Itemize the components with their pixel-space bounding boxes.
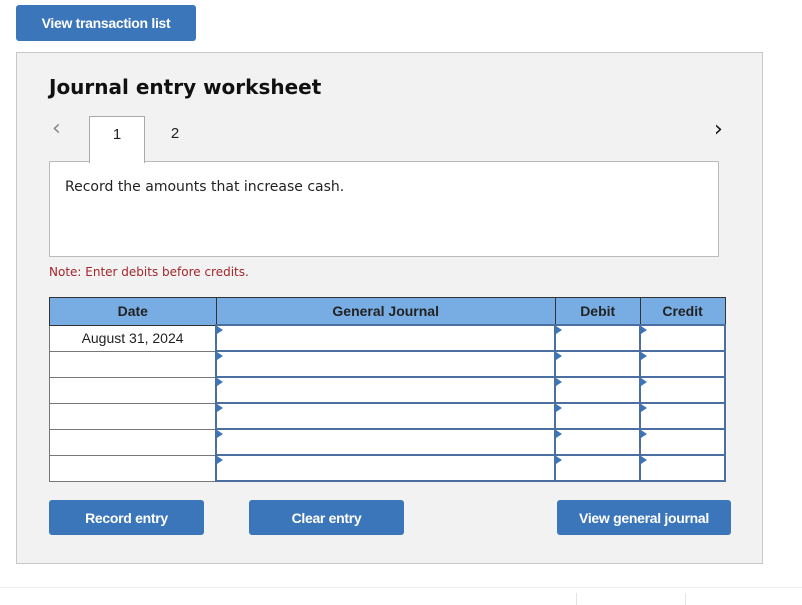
credit-input[interactable] bbox=[641, 457, 724, 479]
date-cell bbox=[49, 428, 217, 456]
header-debit: Debit bbox=[554, 297, 641, 326]
account-input[interactable] bbox=[217, 327, 555, 349]
tab-1[interactable]: 1 bbox=[89, 116, 145, 163]
journal-table: Date General Journal Debit Credit August… bbox=[49, 297, 726, 482]
header-date: Date bbox=[49, 297, 217, 326]
table-row: August 31, 2024 bbox=[49, 324, 726, 352]
page-title: Journal entry worksheet bbox=[49, 75, 322, 99]
credit-input[interactable] bbox=[641, 327, 724, 349]
footer-divider bbox=[0, 587, 802, 588]
note-text: Note: Enter debits before credits. bbox=[49, 265, 249, 279]
instruction-text: Record the amounts that increase cash. bbox=[65, 179, 345, 195]
credit-cell[interactable] bbox=[639, 454, 726, 482]
date-cell bbox=[49, 376, 217, 404]
account-input[interactable] bbox=[217, 457, 555, 479]
footer-separator bbox=[576, 593, 577, 605]
credit-cell[interactable] bbox=[639, 350, 726, 378]
date-cell bbox=[49, 350, 217, 378]
table-row bbox=[49, 428, 726, 456]
debit-input[interactable] bbox=[556, 379, 640, 401]
account-cell[interactable] bbox=[215, 454, 557, 482]
account-input[interactable] bbox=[217, 353, 555, 375]
date-cell bbox=[49, 454, 217, 482]
tab-2[interactable]: 2 bbox=[147, 116, 203, 162]
account-input[interactable] bbox=[217, 431, 555, 453]
journal-entry-worksheet-panel: Journal entry worksheet ‹ › 1 2 Record t… bbox=[16, 52, 763, 564]
chevron-right-icon[interactable]: › bbox=[714, 117, 723, 142]
debit-input[interactable] bbox=[556, 327, 640, 349]
table-row bbox=[49, 376, 726, 404]
debit-input[interactable] bbox=[556, 353, 640, 375]
account-input[interactable] bbox=[217, 379, 555, 401]
date-cell: August 31, 2024 bbox=[49, 324, 217, 352]
clear-entry-button[interactable]: Clear entry bbox=[249, 500, 404, 535]
table-row bbox=[49, 402, 726, 430]
view-general-journal-button[interactable]: View general journal bbox=[557, 500, 731, 535]
table-header-row: Date General Journal Debit Credit bbox=[49, 297, 726, 326]
debit-cell[interactable] bbox=[554, 454, 642, 482]
debit-cell[interactable] bbox=[554, 428, 642, 456]
credit-cell[interactable] bbox=[639, 376, 726, 404]
chevron-left-icon[interactable]: ‹ bbox=[52, 116, 61, 141]
debit-cell[interactable] bbox=[554, 376, 642, 404]
debit-cell[interactable] bbox=[554, 324, 642, 352]
debit-cell[interactable] bbox=[554, 402, 642, 430]
debit-input[interactable] bbox=[556, 457, 640, 479]
account-cell[interactable] bbox=[215, 376, 557, 404]
credit-cell[interactable] bbox=[639, 402, 726, 430]
table-row bbox=[49, 454, 726, 482]
record-entry-button[interactable]: Record entry bbox=[49, 500, 204, 535]
account-input[interactable] bbox=[217, 405, 555, 427]
account-cell[interactable] bbox=[215, 324, 557, 352]
header-credit: Credit bbox=[639, 297, 726, 326]
date-cell bbox=[49, 402, 217, 430]
view-transaction-list-button[interactable]: View transaction list bbox=[16, 5, 196, 41]
credit-input[interactable] bbox=[641, 379, 724, 401]
debit-cell[interactable] bbox=[554, 350, 642, 378]
credit-input[interactable] bbox=[641, 353, 724, 375]
credit-cell[interactable] bbox=[639, 324, 726, 352]
account-cell[interactable] bbox=[215, 350, 557, 378]
account-cell[interactable] bbox=[215, 402, 557, 430]
debit-input[interactable] bbox=[556, 405, 640, 427]
credit-input[interactable] bbox=[641, 405, 724, 427]
debit-input[interactable] bbox=[556, 431, 640, 453]
footer-separator bbox=[685, 593, 686, 605]
credit-input[interactable] bbox=[641, 431, 724, 453]
instruction-box: Record the amounts that increase cash. bbox=[49, 161, 719, 257]
account-cell[interactable] bbox=[215, 428, 557, 456]
table-row bbox=[49, 350, 726, 378]
header-general-journal: General Journal bbox=[215, 297, 556, 326]
credit-cell[interactable] bbox=[639, 428, 726, 456]
